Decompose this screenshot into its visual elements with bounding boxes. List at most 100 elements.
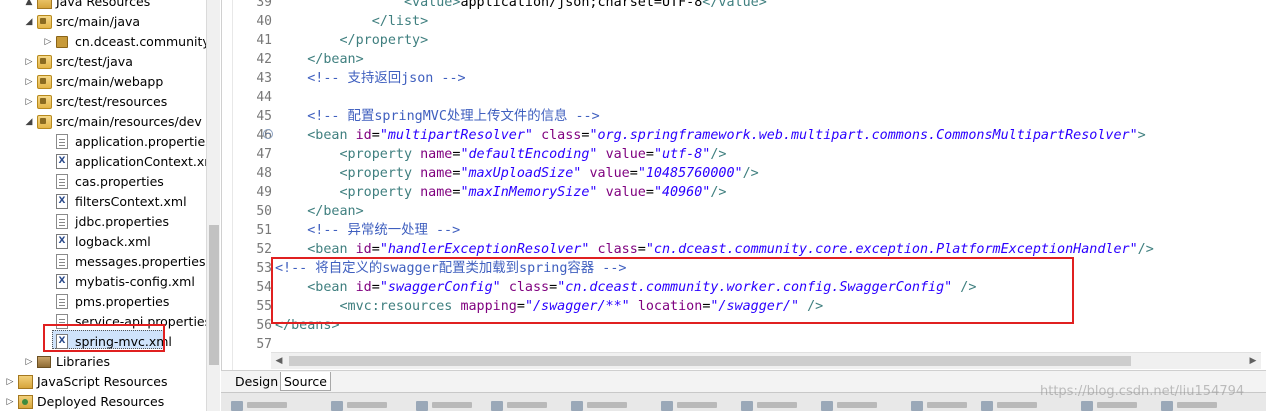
tree-item[interactable]: ▲ Java Resources xyxy=(0,0,206,12)
tree-item[interactable]: messages.properties xyxy=(0,252,206,272)
code-line[interactable]: </list> xyxy=(275,12,428,31)
view-tab-label xyxy=(677,402,717,408)
code-highlight-box xyxy=(271,257,1074,324)
code-line[interactable]: </bean> xyxy=(275,202,363,221)
tree-item[interactable]: Xlogback.xml xyxy=(0,232,206,252)
expand-arrow-icon[interactable]: ▷ xyxy=(23,352,35,372)
tree-item-label: JavaScript Resources xyxy=(37,374,168,389)
bottom-view-tab[interactable] xyxy=(1081,399,1161,411)
tree-item[interactable]: Xmybatis-config.xml xyxy=(0,272,206,292)
bottom-view-tab[interactable] xyxy=(821,399,901,411)
view-tab-label xyxy=(1177,402,1217,408)
tree-item[interactable]: ▷ src/test/java xyxy=(0,52,206,72)
horizontal-scrollbar-thumb[interactable] xyxy=(289,356,1131,366)
source-folder-icon xyxy=(37,75,52,89)
tab-source[interactable]: Source xyxy=(280,372,331,391)
tree-item[interactable]: jdbc.properties xyxy=(0,212,206,232)
tree-item[interactable]: ▷ Deployed Resources xyxy=(0,392,206,411)
line-number: 49 xyxy=(256,185,272,200)
tree-scrollbar-thumb[interactable] xyxy=(209,225,219,365)
code-line[interactable]: <property name="defaultEncoding" value="… xyxy=(275,145,727,164)
code-line[interactable]: </property> xyxy=(275,31,429,50)
tree-item[interactable]: pms.properties xyxy=(0,292,206,312)
tree-item-label: logback.xml xyxy=(75,234,151,249)
source-folder-icon xyxy=(37,55,52,69)
tree-item[interactable]: XfiltersContext.xml xyxy=(0,192,206,212)
bottom-view-tab[interactable] xyxy=(661,399,741,411)
line-number: 44 xyxy=(256,90,272,105)
view-icon xyxy=(661,401,673,411)
tab-design[interactable]: Design xyxy=(232,372,282,391)
bottom-view-tab[interactable] xyxy=(911,399,991,411)
code-line[interactable]: </bean> xyxy=(275,50,363,69)
expand-arrow-icon[interactable]: ▷ xyxy=(42,32,54,52)
tree-item-label: cn.dceast.community.w xyxy=(75,34,206,49)
view-icon xyxy=(491,401,503,411)
expand-arrow-icon[interactable]: ▷ xyxy=(23,92,35,112)
expand-arrow-icon[interactable]: ▷ xyxy=(23,72,35,92)
code-line[interactable]: <property name="maxUploadSize" value="10… xyxy=(275,164,759,183)
bottom-view-tab[interactable] xyxy=(571,399,651,411)
code-line[interactable]: <!-- 配置springMVC处理上传文件的信息 --> xyxy=(275,107,599,126)
tree-item[interactable]: ◢ src/main/resources/dev xyxy=(0,112,206,132)
deployed-resources-icon xyxy=(18,395,33,409)
tree-item-label: mybatis-config.xml xyxy=(75,274,195,289)
tree-item[interactable]: application.properties xyxy=(0,132,206,152)
view-tab-label xyxy=(587,402,627,408)
collapse-arrow-icon[interactable]: ◢ xyxy=(23,112,35,132)
xml-editor[interactable]: 39 40 41 42 43 44 45 46 47 48 49 50 51 52 53 54 55 56 57 −… xyxy=(221,0,1266,411)
tree-item[interactable]: XapplicationContext.xml xyxy=(0,152,206,172)
tree-vertical-scrollbar[interactable] xyxy=(206,0,220,411)
line-number: 50 xyxy=(256,204,272,219)
tree-item[interactable]: ▷ JavaScript Resources xyxy=(0,372,206,392)
line-number: 56 xyxy=(256,318,272,333)
tree-item[interactable]: cas.properties xyxy=(0,172,206,192)
tree-item-label: jdbc.properties xyxy=(75,214,169,229)
line-number: 53 xyxy=(256,261,272,276)
code-line[interactable]: <!-- 异常统一处理 --> xyxy=(275,221,460,240)
bottom-view-tab[interactable] xyxy=(741,399,821,411)
bottom-view-tab[interactable] xyxy=(491,399,571,411)
expand-arrow-icon[interactable]: ▷ xyxy=(4,392,16,411)
bottom-view-tab[interactable] xyxy=(981,399,1061,411)
code-line[interactable]: <bean id="multipartResolver" class="org.… xyxy=(275,126,1145,145)
collapse-arrow-icon[interactable]: ▲ xyxy=(23,0,35,12)
tree-item[interactable]: ▷ Libraries xyxy=(0,352,206,372)
scroll-right-arrow-icon[interactable]: ▶ xyxy=(1247,355,1259,367)
tree-item-label: Deployed Resources xyxy=(37,394,165,409)
line-number: 52 xyxy=(256,242,272,257)
properties-file-icon xyxy=(56,214,68,229)
line-number: 55 xyxy=(256,299,272,314)
bottom-view-tab[interactable] xyxy=(1161,399,1241,411)
tree-item[interactable]: ▷ cn.dceast.community.w xyxy=(0,32,206,52)
bottom-view-tab[interactable] xyxy=(416,399,496,411)
view-tab-label xyxy=(507,402,547,408)
expand-arrow-icon[interactable]: ▷ xyxy=(4,372,16,392)
expand-arrow-icon[interactable]: ▷ xyxy=(23,52,35,72)
line-number: 41 xyxy=(256,33,272,48)
code-line[interactable]: <property name="maxInMemorySize" value="… xyxy=(275,183,727,202)
collapse-arrow-icon[interactable]: ◢ xyxy=(23,12,35,32)
code-line[interactable]: <value>application/json;charset=UTF-8</v… xyxy=(275,0,767,12)
scroll-left-arrow-icon[interactable]: ◀ xyxy=(273,355,285,367)
tree-item[interactable]: ▷ src/main/webapp xyxy=(0,72,206,92)
view-tab-label xyxy=(997,402,1037,408)
view-icon xyxy=(1081,401,1093,411)
editor-horizontal-scrollbar[interactable]: ◀ ▶ xyxy=(271,352,1261,369)
line-number-gutter: 39 40 41 42 43 44 45 46 47 48 49 50 51 52 53 54 55 56 57 xyxy=(232,0,272,370)
line-number: 45 xyxy=(256,109,272,124)
tree-item-label: src/test/resources xyxy=(56,94,168,109)
line-number: 51 xyxy=(256,223,272,238)
tree-item-label: applicationContext.xml xyxy=(75,154,206,169)
bottom-view-tab[interactable] xyxy=(231,399,311,411)
line-number: 39 xyxy=(256,0,272,10)
line-number: 47 xyxy=(256,147,272,162)
tree-item-label: application.properties xyxy=(75,134,206,149)
code-line[interactable]: <!-- 支持返回json --> xyxy=(275,69,465,88)
view-icon xyxy=(1161,401,1173,411)
fold-toggle-icon[interactable]: − xyxy=(263,129,273,139)
tree-item[interactable]: ▷ src/test/resources xyxy=(0,92,206,112)
bottom-view-tab[interactable] xyxy=(331,399,411,411)
library-icon xyxy=(37,356,51,368)
tree-item[interactable]: ◢ src/main/java xyxy=(0,12,206,32)
